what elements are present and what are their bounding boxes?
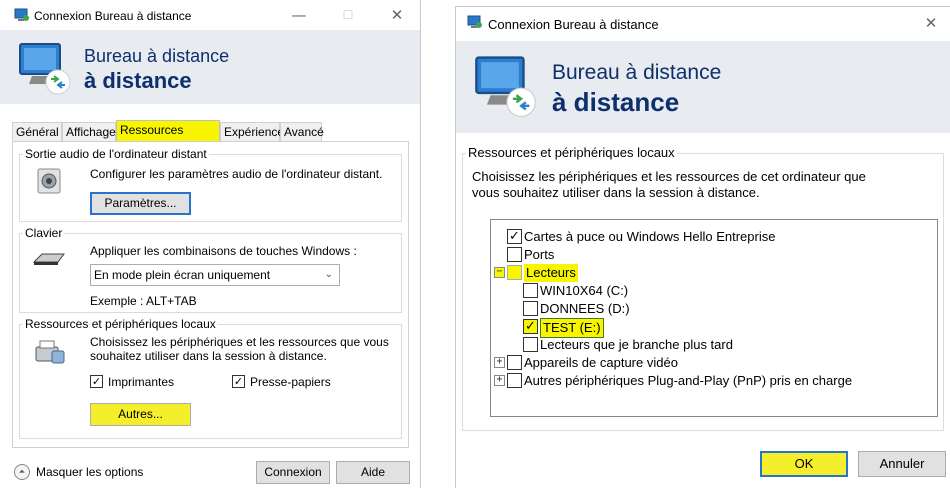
cancel-button[interactable]: Annuler <box>858 451 946 477</box>
drive-c-checkbox[interactable] <box>523 283 538 298</box>
ok-button[interactable]: OK <box>760 451 848 477</box>
remote-desktop-icon <box>14 8 29 21</box>
banner-title-line2: à distance <box>84 68 192 93</box>
local-devices-dialog: Connexion Bureau à distance ✕ Bureau à d… <box>455 6 950 488</box>
drive-later-label: Lecteurs que je branche plus tard <box>540 337 733 352</box>
help-button[interactable]: Aide <box>336 461 410 484</box>
dialog-banner-line1: Bureau à distance <box>552 61 722 84</box>
tab-experience[interactable]: Expérience <box>220 122 284 142</box>
tab-general[interactable]: Général <box>12 122 62 142</box>
printers-label: Imprimantes <box>108 375 175 389</box>
drive-later-checkbox[interactable] <box>523 337 538 352</box>
drive-e-checkbox[interactable]: ✓ <box>523 319 538 334</box>
video-checkbox[interactable] <box>507 355 522 370</box>
keyboard-group-label: Clavier <box>23 226 65 240</box>
remote-desktop-logo-icon <box>19 43 71 95</box>
banner-title-line1: Bureau à distance <box>84 46 230 66</box>
dialog-title-bar: Connexion Bureau à distance ✕ <box>456 7 950 37</box>
rdp-window-options: Connexion Bureau à distance — ☐ ✕ Bureau… <box>0 0 421 488</box>
chevron-down-icon: ⌄ <box>324 269 333 280</box>
keyboard-example: Exemple : ALT+TAB <box>90 294 197 308</box>
dialog-banner-line2: à distance <box>552 87 680 117</box>
dialog-close-button[interactable]: ✕ <box>916 12 946 34</box>
remote-desktop-icon <box>467 15 482 28</box>
pnp-checkbox[interactable] <box>507 373 522 388</box>
drives-checkbox[interactable] <box>507 265 522 280</box>
more-devices-button[interactable]: Autres... <box>90 403 191 426</box>
local-resources-group-label: Ressources et périphériques locaux <box>23 317 218 331</box>
hide-options-link[interactable]: Masquer les options <box>36 465 143 479</box>
audio-group-label: Sortie audio de l'ordinateur distant <box>23 147 209 161</box>
speaker-icon <box>37 168 61 194</box>
ports-checkbox[interactable] <box>507 247 522 262</box>
devices-tree: ✓ Cartes à puce ou Windows Hello Entrepr… <box>490 219 938 417</box>
keyboard-description: Appliquer les combinaisons de touches Wi… <box>90 244 357 258</box>
smartcards-label: Cartes à puce ou Windows Hello Entrepris… <box>524 229 776 244</box>
keyboard-group: Clavier Appliquer les combinaisons de to… <box>19 226 402 313</box>
maximize-button[interactable]: ☐ <box>333 4 363 26</box>
clipboard-checkbox[interactable]: ✓ <box>232 375 245 388</box>
drive-e-label: TEST (E:) <box>540 318 604 338</box>
clipboard-label: Presse-papiers <box>250 375 331 389</box>
dialog-description-2: vous souhaitez utiliser dans la session … <box>472 185 760 200</box>
tab-local-resources[interactable]: Ressources locales <box>116 120 220 156</box>
tab-display[interactable]: Affichage <box>62 122 116 142</box>
tab-advanced[interactable]: Avancé <box>280 122 324 142</box>
drives-label: Lecteurs <box>524 264 578 282</box>
pnp-label: Autres périphériques Plug-and-Play (PnP)… <box>524 373 853 388</box>
keyboard-combo-value: En mode plein écran uniquement <box>94 268 271 282</box>
devices-icon <box>35 340 65 364</box>
printers-checkbox[interactable]: ✓ <box>90 375 103 388</box>
hide-options-icon[interactable]: ⏶ <box>14 464 30 480</box>
tab-panel: Sortie audio de l'ordinateur distant Con… <box>12 141 409 448</box>
audio-description: Configurer les paramètres audio de l'ord… <box>90 167 383 181</box>
audio-settings-button[interactable]: Paramètres... <box>90 192 191 215</box>
expand-icon[interactable]: + <box>494 375 505 386</box>
keyboard-combo-select[interactable]: En mode plein écran uniquement ⌄ <box>90 264 340 286</box>
local-resources-description-2: souhaitez utiliser dans la session à dis… <box>90 349 327 363</box>
dialog-title: Connexion Bureau à distance <box>488 17 659 32</box>
connect-button[interactable]: Connexion <box>256 461 330 484</box>
minimize-button[interactable]: — <box>284 4 314 26</box>
remote-desktop-logo-icon <box>475 56 536 118</box>
close-button[interactable]: ✕ <box>382 4 412 26</box>
dialog-description-1: Choisissez les périphériques et les ress… <box>472 169 866 184</box>
local-resources-description-1: Choisissez les périphériques et les ress… <box>90 335 389 349</box>
banner: Bureau à distance à distance <box>0 30 420 104</box>
keyboard-icon <box>32 253 65 265</box>
dialog-group-label: Ressources et périphériques locaux <box>466 145 677 160</box>
drive-c-label: WIN10X64 (C:) <box>540 283 629 298</box>
local-resources-group: Ressources et périphériques locaux Chois… <box>19 317 402 439</box>
drive-d-label: DONNEES (D:) <box>540 301 630 316</box>
collapse-icon[interactable]: − <box>494 267 505 278</box>
expand-icon[interactable]: + <box>494 357 505 368</box>
ports-label: Ports <box>524 247 555 262</box>
dialog-banner: Bureau à distance à distance <box>456 41 950 133</box>
window-title: Connexion Bureau à distance <box>34 9 192 23</box>
audio-group: Sortie audio de l'ordinateur distant Con… <box>19 147 402 222</box>
video-label: Appareils de capture vidéo <box>524 355 678 370</box>
smartcards-checkbox[interactable]: ✓ <box>507 229 522 244</box>
drive-d-checkbox[interactable] <box>523 301 538 316</box>
title-bar: Connexion Bureau à distance — ☐ ✕ <box>0 0 420 30</box>
